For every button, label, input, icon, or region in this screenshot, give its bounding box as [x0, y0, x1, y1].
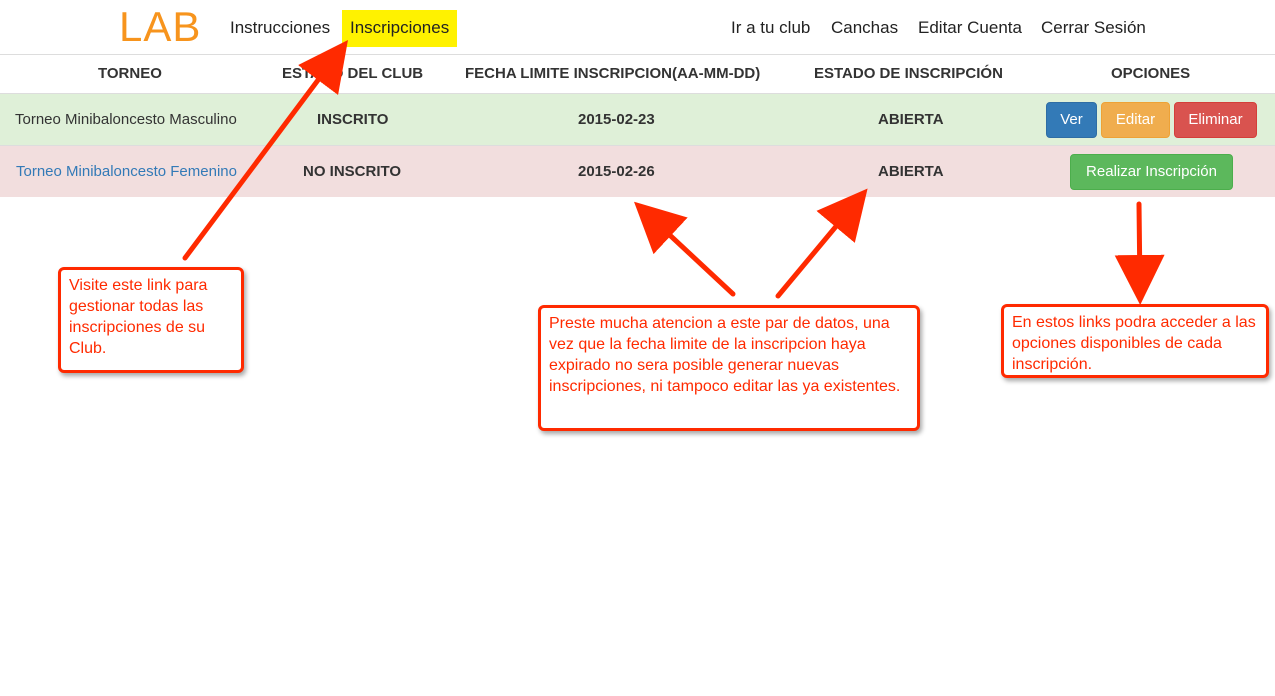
header-opciones: OPCIONES [1111, 65, 1191, 82]
header-estado-club: ESTADO DEL CLUB [282, 65, 424, 82]
nav-canchas[interactable]: Canchas [831, 10, 898, 47]
nav-editar-cuenta[interactable]: Editar Cuenta [918, 10, 1022, 47]
nav-instrucciones[interactable]: Instrucciones [230, 10, 330, 47]
cell-torneo-link[interactable]: Torneo Minibaloncesto Femenino [16, 163, 237, 180]
cell-estado-club: NO INSCRITO [303, 163, 402, 180]
realizar-inscripcion-button[interactable]: Realizar Inscripción [1070, 154, 1233, 190]
cell-fecha: 2015-02-23 [578, 111, 655, 128]
ver-button[interactable]: Ver [1046, 102, 1097, 138]
navbar: LAB Instrucciones Inscripciones Ir a tu … [0, 0, 1275, 55]
editar-button[interactable]: Editar [1101, 102, 1170, 138]
nav-ir-a-tu-club[interactable]: Ir a tu club [731, 10, 810, 47]
cell-estado-club: INSCRITO [317, 111, 389, 128]
table-row: Torneo Minibaloncesto Masculino INSCRITO… [0, 93, 1275, 145]
header-estado-inscripcion: ESTADO DE INSCRIPCIÓN [814, 65, 1003, 82]
callout-opciones: En estos links podra acceder a las opcio… [1001, 304, 1269, 378]
eliminar-button[interactable]: Eliminar [1174, 102, 1257, 138]
table-row: Torneo Minibaloncesto Femenino NO INSCRI… [0, 145, 1275, 197]
cell-estado-inscripcion: ABIERTA [878, 111, 944, 128]
header-torneo: TORNEO [98, 65, 162, 82]
nav-inscripciones[interactable]: Inscripciones [342, 10, 458, 47]
header-fecha-limite: FECHA LIMITE INSCRIPCION(AA-MM-DD) [465, 65, 761, 82]
cell-fecha: 2015-02-26 [578, 163, 655, 180]
cell-torneo: Torneo Minibaloncesto Masculino [15, 111, 237, 128]
brand-logo[interactable]: LAB [119, 4, 201, 50]
nav-cerrar-sesion[interactable]: Cerrar Sesión [1041, 10, 1146, 47]
cell-estado-inscripcion: ABIERTA [878, 163, 944, 180]
inscripciones-table: TORNEO ESTADO DEL CLUB FECHA LIMITE INSC… [0, 55, 1275, 197]
callout-fecha-limite: Preste mucha atencion a este par de dato… [538, 305, 920, 431]
callout-inscripciones-link: Visite este link para gestionar todas la… [58, 267, 244, 373]
table-header: TORNEO ESTADO DEL CLUB FECHA LIMITE INSC… [0, 55, 1275, 93]
